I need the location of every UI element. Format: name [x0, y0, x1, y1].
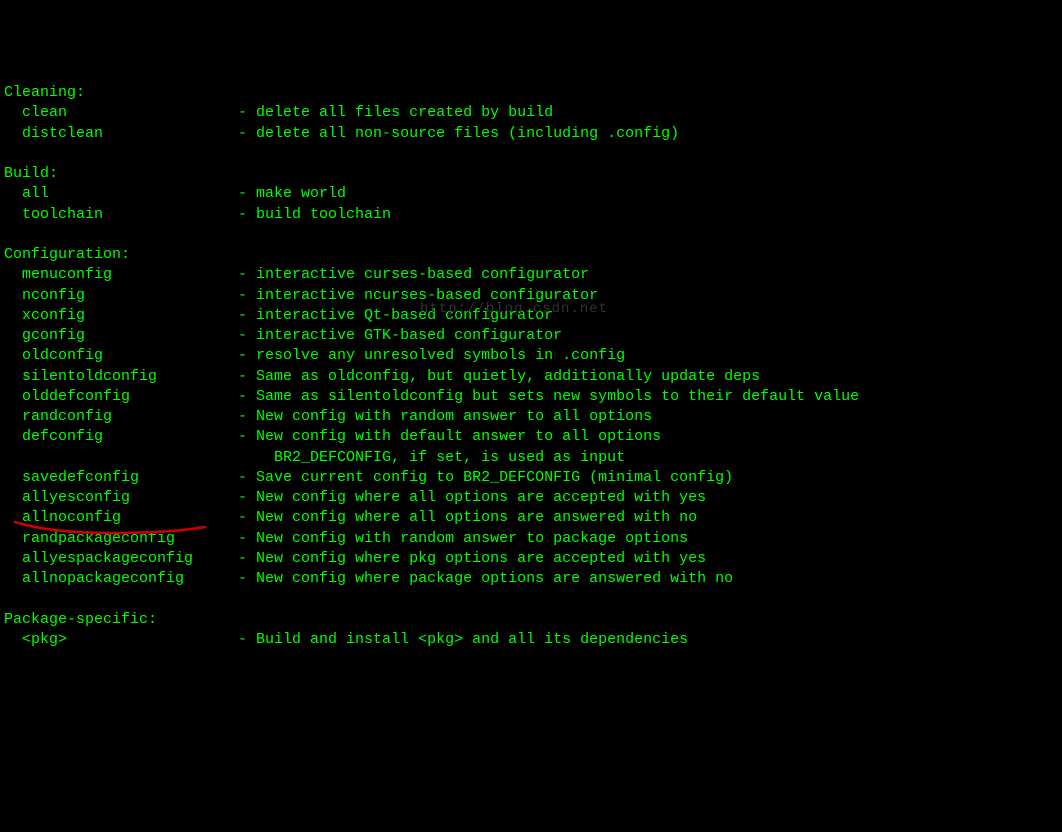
help-line-configuration-2: xconfig - interactive Qt-based configura…	[4, 306, 1058, 326]
help-line-configuration-6: olddefconfig - Same as silentoldconfig b…	[4, 387, 1058, 407]
blank	[4, 225, 1058, 245]
help-line-configuration-0: menuconfig - interactive curses-based co…	[4, 265, 1058, 285]
section-header-configuration: Configuration:	[4, 245, 1058, 265]
help-line-configuration-4: oldconfig - resolve any unresolved symbo…	[4, 346, 1058, 366]
help-line-build-0: all - make world	[4, 184, 1058, 204]
help-line-configuration-3: gconfig - interactive GTK-based configur…	[4, 326, 1058, 346]
help-line-configuration-11: allyesconfig - New config where all opti…	[4, 488, 1058, 508]
section-header-build: Build:	[4, 164, 1058, 184]
help-line-configuration-8: defconfig - New config with default answ…	[4, 427, 1058, 447]
help-line-cleaning-1: distclean - delete all non-source files …	[4, 124, 1058, 144]
blank	[4, 144, 1058, 164]
help-line-configuration-12: allnoconfig - New config where all optio…	[4, 508, 1058, 528]
help-line-configuration-5: silentoldconfig - Same as oldconfig, but…	[4, 367, 1058, 387]
blank	[4, 589, 1058, 609]
help-line-configuration-1: nconfig - interactive ncurses-based conf…	[4, 286, 1058, 306]
terminal-output: Cleaning: clean - delete all files creat…	[4, 83, 1058, 650]
section-header-cleaning: Cleaning:	[4, 83, 1058, 103]
section-header-package: Package-specific:	[4, 610, 1058, 630]
help-line-configuration-9: BR2_DEFCONFIG, if set, is used as input	[4, 448, 1058, 468]
help-line-configuration-10: savedefconfig - Save current config to B…	[4, 468, 1058, 488]
help-line-package-0: <pkg> - Build and install <pkg> and all …	[4, 630, 1058, 650]
help-line-configuration-7: randconfig - New config with random answ…	[4, 407, 1058, 427]
help-line-configuration-13: randpackageconfig - New config with rand…	[4, 529, 1058, 549]
help-line-build-1: toolchain - build toolchain	[4, 205, 1058, 225]
help-line-configuration-15: allnopackageconfig - New config where pa…	[4, 569, 1058, 589]
help-line-cleaning-0: clean - delete all files created by buil…	[4, 103, 1058, 123]
help-line-configuration-14: allyespackageconfig - New config where p…	[4, 549, 1058, 569]
